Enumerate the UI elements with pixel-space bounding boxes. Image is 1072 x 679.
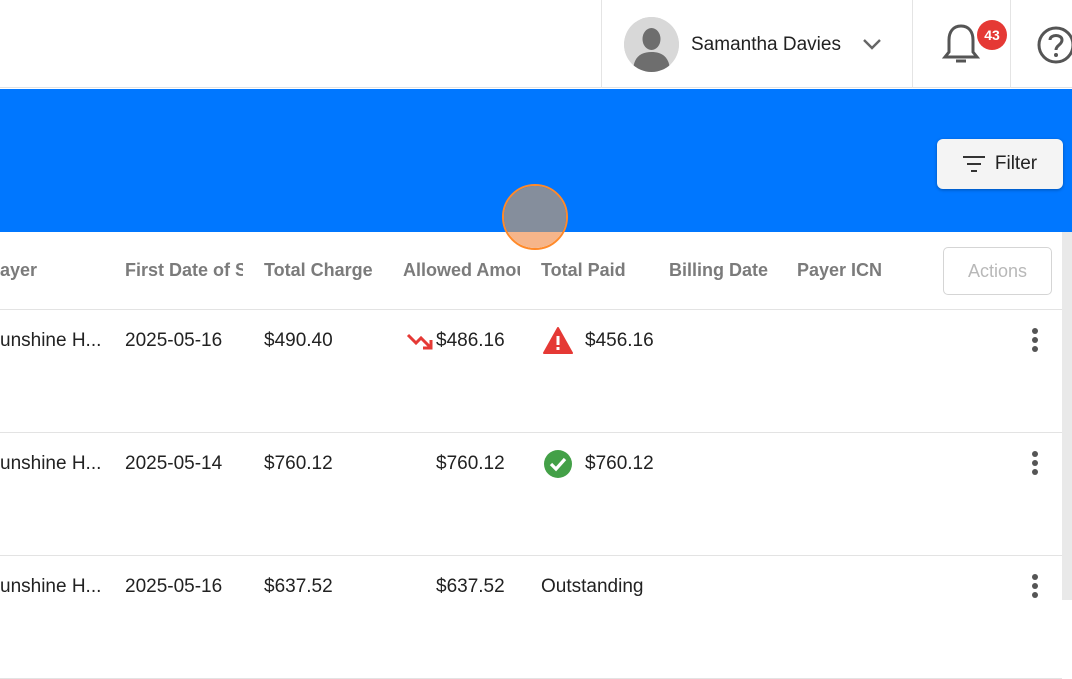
help-icon[interactable] (1036, 25, 1072, 65)
cell-total-paid: $760.12 (585, 453, 654, 474)
column-header-total-charge[interactable]: Total Charge (264, 260, 389, 281)
row-menu-icon[interactable] (1028, 574, 1042, 602)
cell-payer: unshine H... (0, 576, 102, 597)
cell-total-paid: Outstanding (541, 576, 644, 597)
table-row[interactable]: unshine H... 2025-05-14 $760.12 $760.12 … (0, 433, 1062, 556)
table-row[interactable]: unshine H... 2025-05-16 $490.40 $486.16 … (0, 310, 1062, 433)
column-header-billing-date[interactable]: Billing Date (669, 260, 784, 281)
scrollbar-track[interactable] (1062, 232, 1072, 600)
row-menu-icon[interactable] (1028, 451, 1042, 479)
filter-label: Filter (994, 153, 1038, 174)
cell-first-date: 2025-05-14 (125, 453, 223, 474)
column-header-first-date[interactable]: First Date of S (125, 260, 243, 281)
actions-button[interactable]: Actions (943, 247, 1052, 295)
cell-total-charge: $760.12 (264, 453, 333, 474)
trending-down-icon (406, 333, 433, 350)
cell-total-charge: $490.40 (264, 330, 333, 351)
row-menu-icon[interactable] (1028, 328, 1042, 356)
cell-first-date: 2025-05-16 (125, 576, 223, 597)
warning-icon (543, 327, 573, 354)
notification-badge: 43 (977, 20, 1007, 50)
table-row[interactable]: unshine H... 2025-05-16 $637.52 $637.52 … (0, 556, 1062, 679)
user-name: Samantha Davies (691, 34, 841, 55)
filter-icon (962, 156, 985, 172)
filter-button[interactable]: Filter (937, 139, 1063, 189)
cell-allowed-amount: $637.52 (436, 576, 505, 597)
notifications[interactable]: 43 (913, 0, 1011, 88)
check-circle-icon (544, 450, 572, 478)
cursor-indicator (502, 184, 568, 250)
cell-payer: unshine H... (0, 330, 102, 351)
cell-total-charge: $637.52 (264, 576, 333, 597)
column-header-payer[interactable]: ayer (0, 260, 110, 281)
column-header-total-paid[interactable]: Total Paid (541, 260, 651, 281)
avatar (624, 17, 679, 72)
chevron-down-icon[interactable] (860, 32, 884, 56)
column-header-allowed-amount[interactable]: Allowed Amou (403, 260, 520, 281)
cell-allowed-amount: $486.16 (436, 330, 505, 351)
cell-payer: unshine H... (0, 453, 102, 474)
user-menu[interactable]: Samantha Davies (601, 0, 913, 88)
bell-icon[interactable] (941, 22, 981, 68)
cell-total-paid: $456.16 (585, 330, 654, 351)
top-bar: Samantha Davies 43 (0, 0, 1072, 88)
cell-allowed-amount: $760.12 (436, 453, 505, 474)
column-header-payer-icn[interactable]: Payer ICN (797, 260, 907, 281)
user-silhouette-icon (624, 17, 679, 72)
cell-first-date: 2025-05-16 (125, 330, 223, 351)
